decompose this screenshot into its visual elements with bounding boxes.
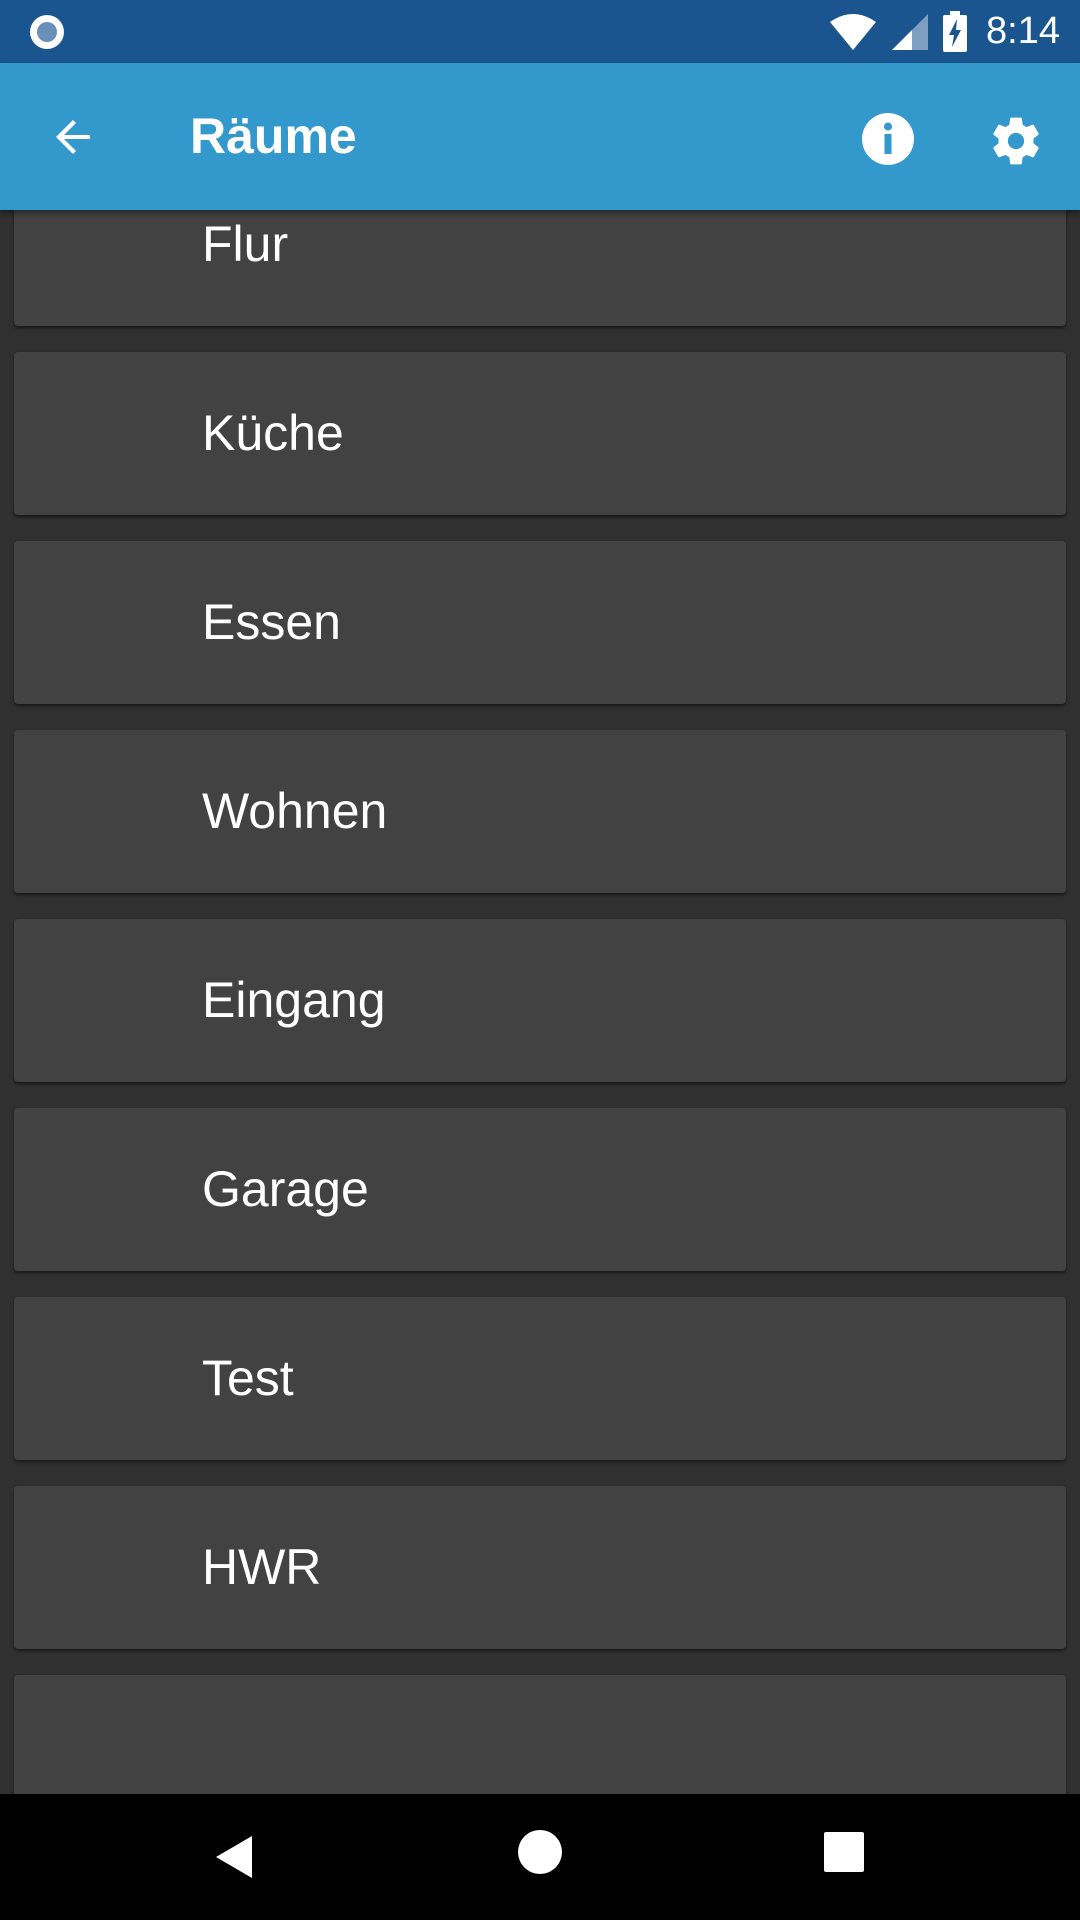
arrow-back-icon <box>56 120 90 154</box>
info-icon <box>862 113 914 165</box>
room-label: Essen <box>202 594 341 650</box>
triangle-back-icon[interactable] <box>210 1830 264 1884</box>
room-item-hwr[interactable]: HWR <box>14 1486 1066 1649</box>
status-time: 8:14 <box>986 10 1060 52</box>
room-label: Eingang <box>202 972 386 1028</box>
app-bar: Räume <box>0 63 1080 210</box>
room-label: Wohnen <box>202 783 388 839</box>
status-icons: 8:14 <box>828 0 1060 63</box>
system-nav-bar <box>0 1794 1080 1920</box>
settings-button[interactable] <box>978 103 1054 179</box>
room-list: Flur Küche Essen Wohnen Eingang Garage T… <box>0 210 1080 1794</box>
room-item-garage[interactable]: Garage <box>14 1108 1066 1271</box>
room-item-kueche[interactable]: Küche <box>14 352 1066 515</box>
room-list-viewport[interactable]: Flur Küche Essen Wohnen Eingang Garage T… <box>0 210 1080 1794</box>
room-label: Test <box>202 1350 294 1406</box>
room-item-wohnen[interactable]: Wohnen <box>14 730 1066 893</box>
cell-signal-icon <box>892 13 929 50</box>
wifi-icon <box>830 13 877 50</box>
room-label: Küche <box>202 405 344 461</box>
room-item-essen[interactable]: Essen <box>14 541 1066 704</box>
room-label: Garage <box>202 1161 369 1217</box>
info-button[interactable] <box>852 103 924 175</box>
notification-circle-icon <box>30 15 64 49</box>
room-label: HWR <box>202 1539 322 1595</box>
room-item-flur[interactable]: Flur <box>14 210 1066 326</box>
room-item-test[interactable]: Test <box>14 1297 1066 1460</box>
circle-home-icon[interactable] <box>518 1830 562 1874</box>
back-button[interactable] <box>36 99 112 175</box>
room-item-partial[interactable] <box>14 1675 1066 1794</box>
battery-charging-icon <box>943 10 968 52</box>
room-label: Flur <box>202 216 289 272</box>
status-bar: 8:14 <box>0 0 1080 63</box>
room-item-eingang[interactable]: Eingang <box>14 919 1066 1082</box>
page-title: Räume <box>190 108 357 164</box>
square-recents-icon[interactable] <box>824 1832 864 1872</box>
gear-icon <box>993 117 1039 165</box>
